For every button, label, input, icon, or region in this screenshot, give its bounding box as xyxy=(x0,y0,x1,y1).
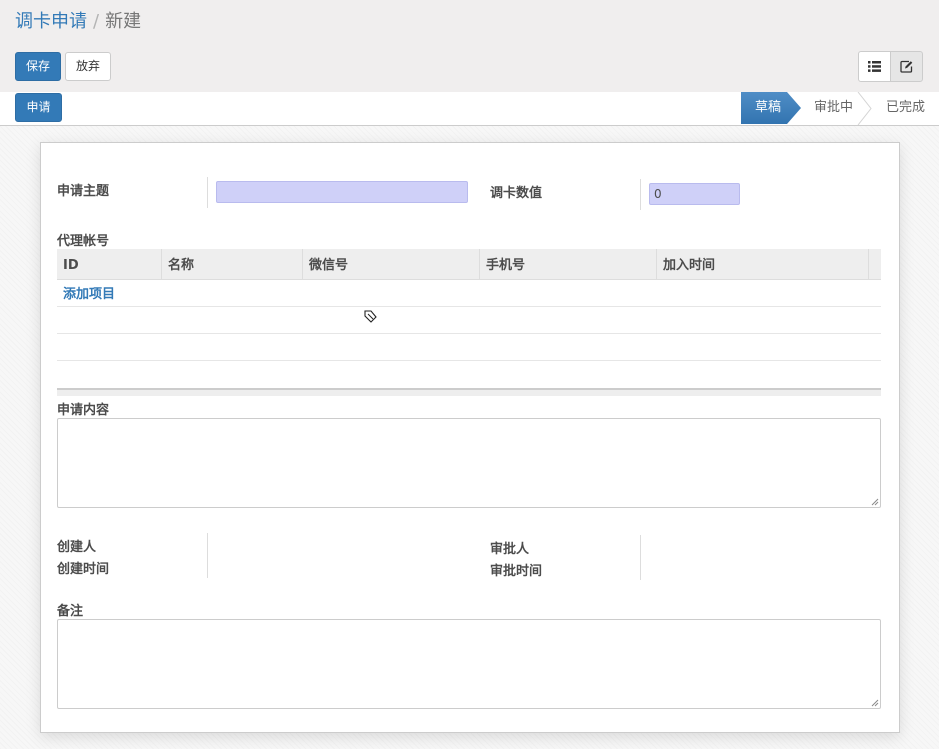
edit-icon xyxy=(900,60,913,73)
approval-time-label: 审批时间 xyxy=(490,564,543,579)
creator-label: 创建人 xyxy=(57,540,97,555)
content-textarea[interactable] xyxy=(57,418,881,508)
pointer-cursor-icon xyxy=(364,310,377,323)
breadcrumb-separator: / xyxy=(93,11,100,32)
discard-button[interactable]: 放弃 xyxy=(65,52,111,81)
column-header-name[interactable]: 名称 xyxy=(162,249,303,279)
field-separator xyxy=(640,179,641,210)
control-panel: 调卡申请 / 新建 保存 放弃 xyxy=(0,0,939,93)
apply-button[interactable]: 申请 xyxy=(15,93,62,122)
table-row xyxy=(57,307,881,334)
stage-review[interactable]: 审批中 xyxy=(814,92,853,124)
resize-grip-icon[interactable] xyxy=(871,699,879,707)
field-separator xyxy=(207,177,208,208)
column-header-phone[interactable]: 手机号 xyxy=(480,249,657,279)
created-time-label: 创建时间 xyxy=(57,562,110,577)
stage-chevron-icon xyxy=(857,92,872,125)
table-header: ID 名称 微信号 手机号 加入时间 xyxy=(57,249,881,280)
subject-input[interactable] xyxy=(216,181,468,203)
note-textarea[interactable] xyxy=(57,619,881,709)
form-sheet: 申请主题 调卡数值 0 代理帐号 ID 名称 微信号 手机号 加入时间 添加项目… xyxy=(40,142,900,733)
amount-label: 调卡数值 xyxy=(490,186,543,201)
table-row: 添加项目 xyxy=(57,280,881,307)
amount-input[interactable]: 0 xyxy=(649,183,740,205)
field-separator xyxy=(207,533,208,578)
stage-done[interactable]: 已完成 xyxy=(886,92,925,124)
resize-grip-icon[interactable] xyxy=(871,498,879,506)
column-header-join-time[interactable]: 加入时间 xyxy=(657,249,869,279)
table-footer xyxy=(57,388,881,396)
column-header-id[interactable]: ID xyxy=(57,249,162,279)
approver-label: 审批人 xyxy=(490,542,530,557)
column-header-wechat[interactable]: 微信号 xyxy=(303,249,480,279)
breadcrumb-parent-link[interactable]: 调卡申请 xyxy=(15,11,87,32)
subject-label: 申请主题 xyxy=(57,184,110,199)
breadcrumb-current: 新建 xyxy=(105,11,142,32)
statusbar: 申请 草稿 审批中 已完成 xyxy=(0,92,939,126)
field-separator xyxy=(640,535,641,580)
agent-section-label: 代理帐号 xyxy=(57,234,110,249)
save-button[interactable]: 保存 xyxy=(15,52,61,81)
breadcrumb: 调卡申请 / 新建 xyxy=(15,10,141,34)
content-label: 申请内容 xyxy=(57,403,110,418)
add-line-link[interactable]: 添加项目 xyxy=(63,283,115,302)
view-switcher xyxy=(858,51,923,82)
table-row xyxy=(57,334,881,361)
form-view-button[interactable] xyxy=(890,51,923,82)
note-label: 备注 xyxy=(57,604,84,619)
list-icon xyxy=(868,61,881,72)
list-view-button[interactable] xyxy=(858,51,891,82)
stage-draft[interactable]: 草稿 xyxy=(741,92,801,124)
